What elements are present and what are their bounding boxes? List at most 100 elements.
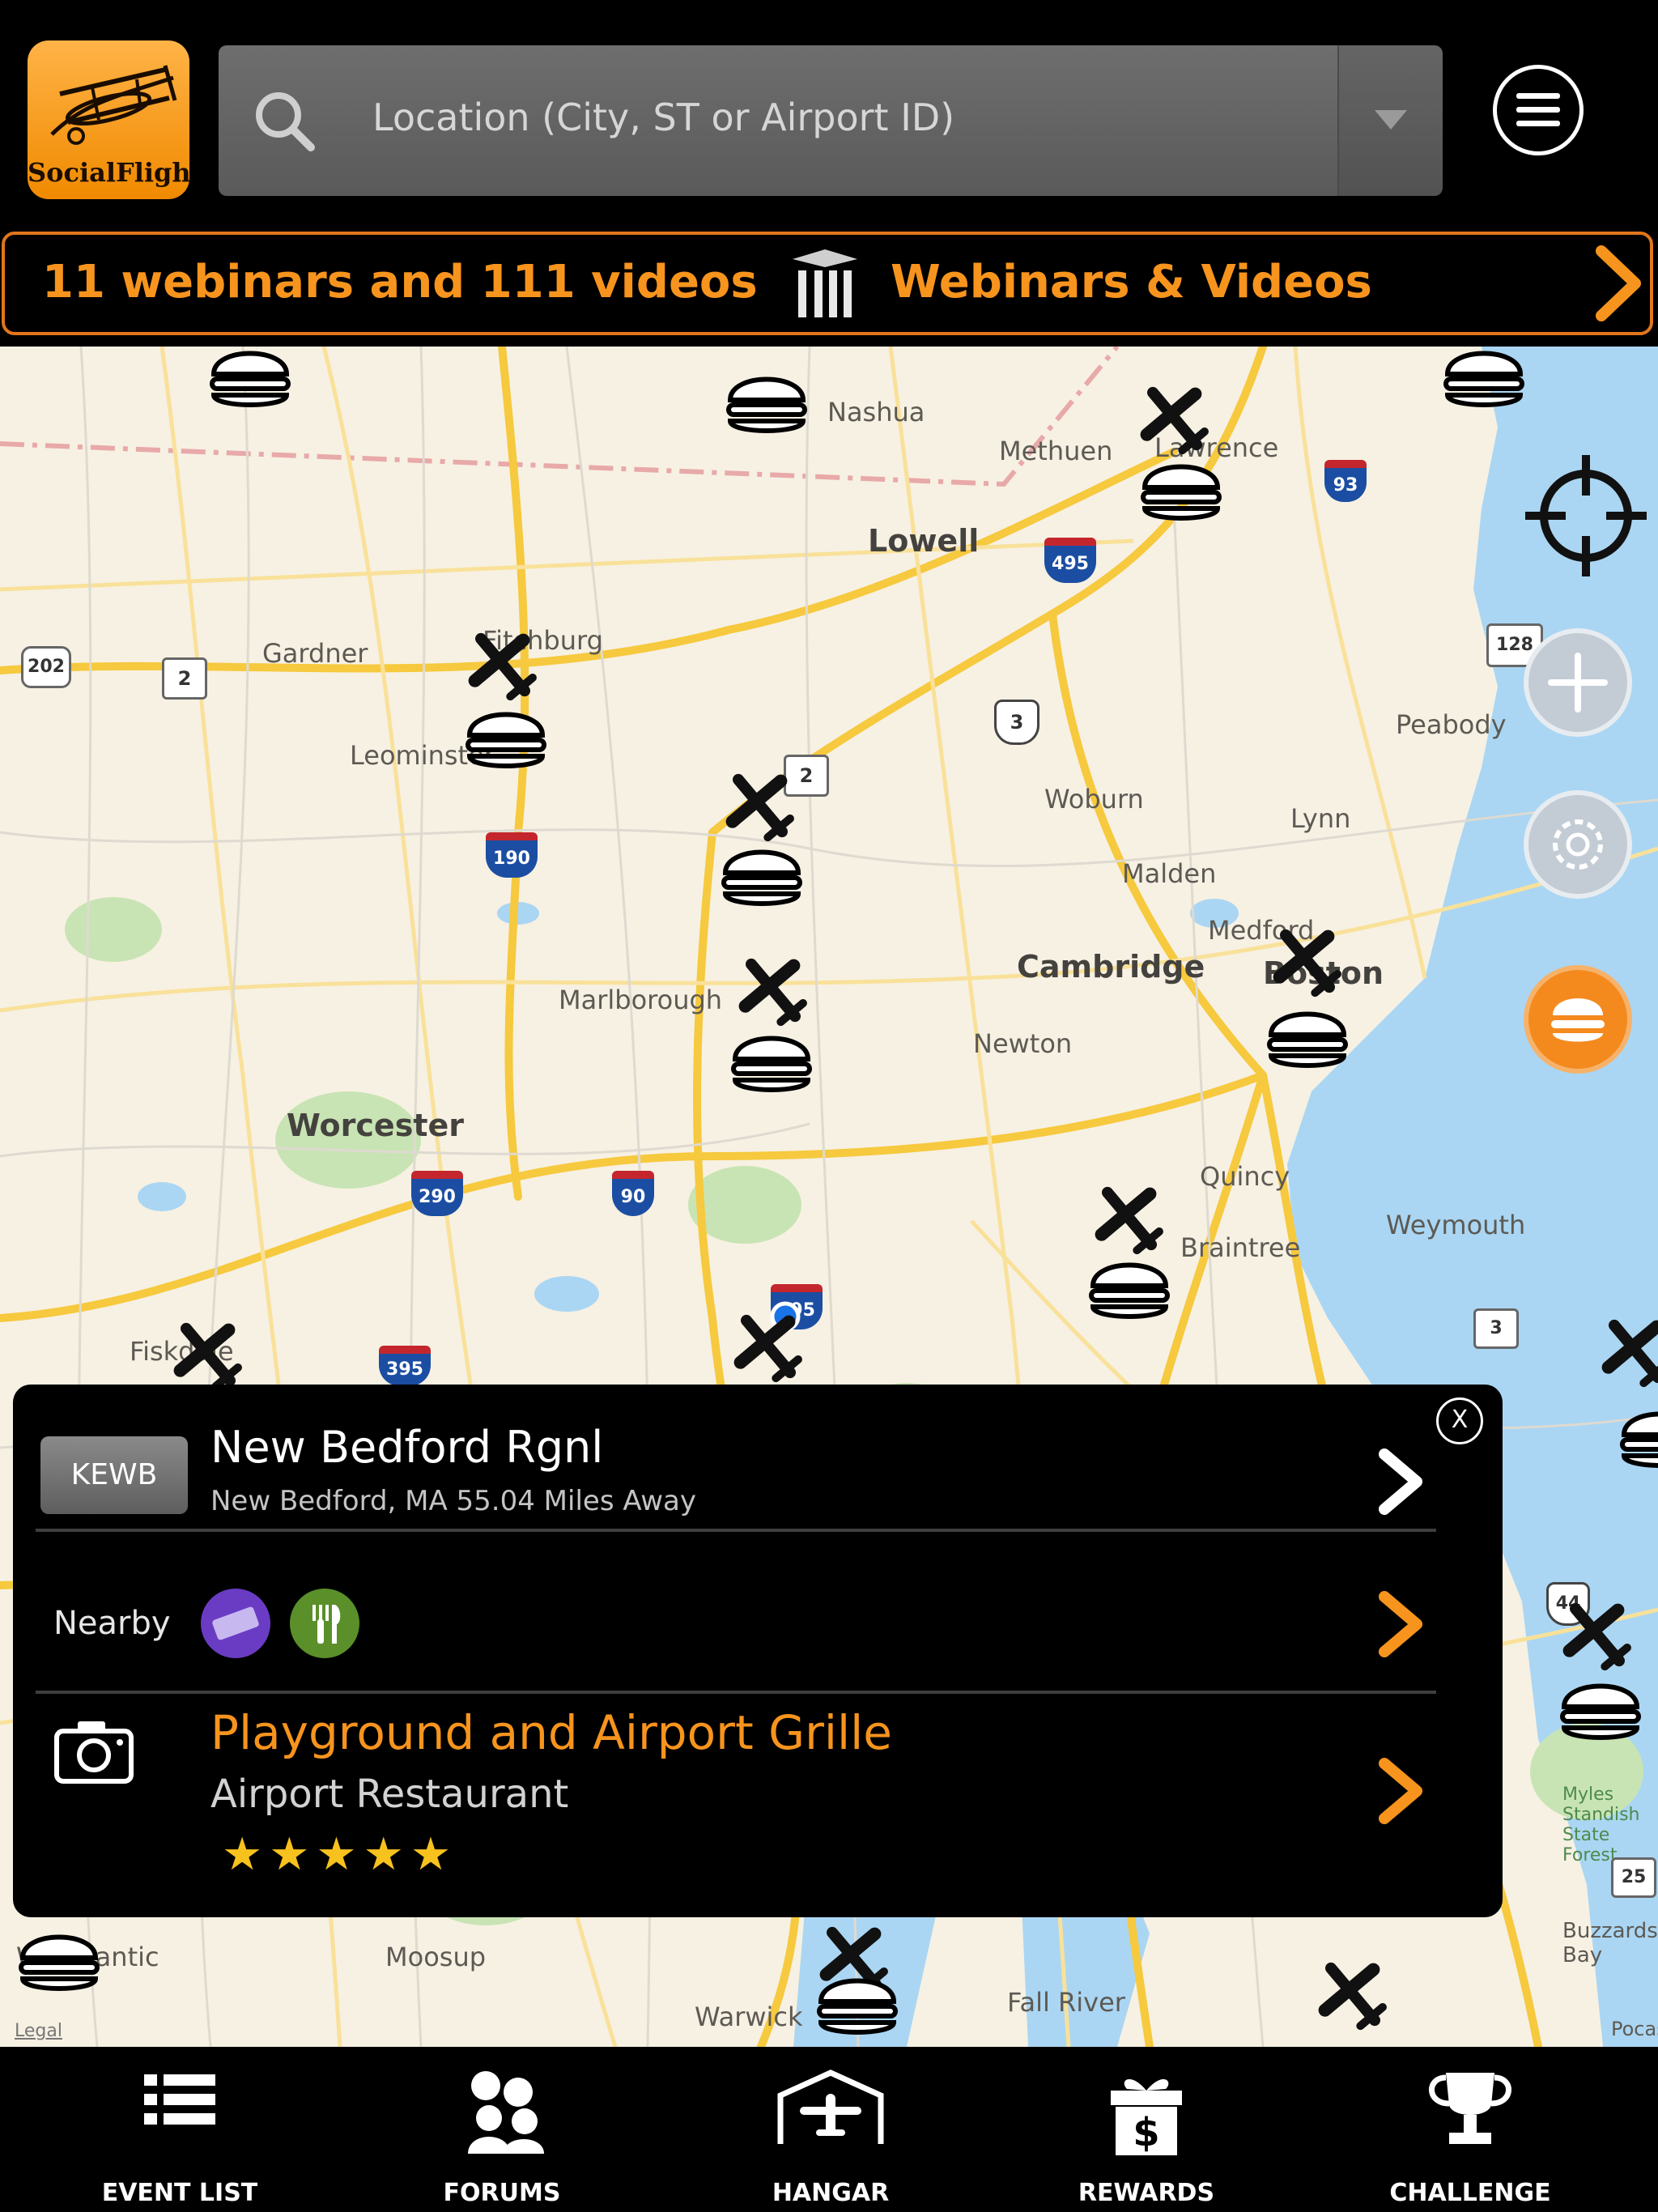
- tab-hangar[interactable]: HANGAR: [693, 2047, 968, 2212]
- tab-label: CHALLENGE: [1389, 2179, 1551, 2207]
- burger-marker-icon[interactable]: [1439, 347, 1528, 411]
- airplane-marker-icon[interactable]: [1263, 917, 1352, 1006]
- route-shield: 3: [994, 700, 1039, 745]
- route-shield: 3: [1473, 1308, 1519, 1349]
- city-label: Buzzards Bay: [1562, 1919, 1658, 1967]
- burger-marker-icon[interactable]: [813, 1966, 902, 2039]
- card-divider: [36, 1691, 1436, 1694]
- city-label: Weymouth: [1386, 1210, 1526, 1240]
- search-icon: [256, 92, 315, 151]
- city-label: Methuen: [999, 436, 1113, 466]
- burger-marker-icon[interactable]: [1085, 1250, 1174, 1323]
- gift-dollar-icon: $: [1111, 2078, 1182, 2155]
- airplane-marker-icon[interactable]: [1308, 1950, 1397, 2039]
- interstate-shield: 190: [486, 832, 538, 878]
- interstate-shield: 290: [411, 1171, 463, 1216]
- tab-label: HANGAR: [772, 2179, 890, 2207]
- star-rating: ★★★★★: [222, 1828, 458, 1881]
- burger-marker-icon[interactable]: [727, 1023, 816, 1096]
- city-label: Nashua: [827, 397, 925, 428]
- tab-label: EVENT LIST: [101, 2179, 258, 2207]
- city-label: Moosup: [385, 1942, 487, 1972]
- logo-text: SocialFlight: [28, 157, 189, 188]
- airport-id-badge: KEWB: [40, 1436, 188, 1514]
- burger-marker-icon[interactable]: [1263, 999, 1352, 1072]
- route-shield: 202: [21, 646, 71, 688]
- burger-marker-icon[interactable]: [15, 1922, 104, 1995]
- svg-text:$: $: [1133, 2110, 1159, 2155]
- burger-marker-icon[interactable]: [722, 364, 811, 437]
- socialflight-logo[interactable]: SocialFlight: [28, 40, 189, 199]
- restaurant-icon[interactable]: [288, 1587, 361, 1660]
- city-label: Peabody: [1396, 709, 1507, 740]
- restaurant-chevron-icon[interactable]: [1371, 1750, 1433, 1831]
- tab-event-list[interactable]: EVENT LIST: [42, 2047, 317, 2212]
- tab-rewards[interactable]: $ REWARDS: [1009, 2047, 1284, 2212]
- city-label: Woburn: [1044, 784, 1144, 815]
- burger-filter-button[interactable]: [1520, 962, 1635, 1077]
- recenter-crosshair-icon[interactable]: [1520, 450, 1652, 581]
- burger-marker-icon[interactable]: [1556, 1671, 1645, 1744]
- search-placeholder: Location (City, ST or Airport ID): [372, 96, 955, 139]
- people-icon: [468, 2071, 544, 2154]
- restaurant-type: Airport Restaurant: [210, 1772, 569, 1817]
- hangar-icon: [777, 2069, 884, 2144]
- interstate-shield: 93: [1324, 460, 1367, 502]
- map-legal-link[interactable]: Legal: [15, 2021, 62, 2041]
- banner-count-text: 11 webinars and 111 videos: [42, 256, 758, 308]
- burger-marker-icon[interactable]: [206, 347, 295, 411]
- restaurant-name[interactable]: Playground and Airport Grille: [210, 1705, 892, 1760]
- city-label: Warwick: [695, 2001, 803, 2032]
- airport-name[interactable]: New Bedford Rgnl: [210, 1422, 603, 1473]
- airplane-marker-icon[interactable]: [458, 620, 547, 709]
- card-divider: [36, 1529, 1436, 1532]
- burger-marker-icon[interactable]: [461, 700, 551, 772]
- search-dropdown-button[interactable]: [1337, 45, 1443, 196]
- city-label: Lynn: [1290, 803, 1351, 834]
- banner-link-text: Webinars & Videos: [891, 256, 1372, 308]
- bottom-tab-bar: EVENT LIST FORUMS HANGAR $ REWARDS CHALL…: [0, 2047, 1658, 2212]
- webinars-banner[interactable]: 11 webinars and 111 videos Webinars & Vi…: [2, 232, 1653, 335]
- airplane-marker-icon[interactable]: [1592, 1307, 1658, 1396]
- nearby-label: Nearby: [53, 1605, 171, 1642]
- city-label: Cambridge: [1017, 949, 1205, 985]
- city-label: Pocasset: [1611, 2018, 1658, 2040]
- city-label: Worcester: [287, 1108, 465, 1143]
- hamburger-menu-icon: [1516, 93, 1560, 126]
- location-search-field[interactable]: Location (City, ST or Airport ID): [219, 45, 1443, 196]
- airport-info-card: KEWB New Bedford Rgnl New Bedford, MA 55…: [13, 1385, 1503, 1917]
- city-label: Quincy: [1200, 1161, 1290, 1192]
- tab-label: REWARDS: [1078, 2179, 1215, 2207]
- burger-marker-icon[interactable]: [1616, 1399, 1658, 1472]
- interstate-shield: 90: [612, 1171, 654, 1216]
- city-label: Myles Standish State Forest: [1562, 1784, 1640, 1865]
- tab-forums[interactable]: FORUMS: [364, 2047, 640, 2212]
- chevron-right-icon: [1596, 245, 1641, 321]
- airplane-marker-icon[interactable]: [724, 1302, 813, 1391]
- city-label: Gardner: [262, 638, 368, 669]
- city-label: Malden: [1122, 858, 1217, 889]
- ticket-icon[interactable]: [199, 1587, 272, 1660]
- menu-button[interactable]: [1493, 65, 1584, 155]
- nearby-chevron-icon[interactable]: [1371, 1584, 1433, 1665]
- close-button[interactable]: X: [1436, 1397, 1483, 1444]
- settings-gear-button[interactable]: [1520, 787, 1635, 902]
- tab-challenge[interactable]: CHALLENGE: [1333, 2047, 1608, 2212]
- top-header: SocialFlight Location (City, ST or Airpo…: [0, 0, 1658, 227]
- city-label: Braintree: [1180, 1232, 1301, 1263]
- airplane-marker-icon[interactable]: [729, 946, 818, 1035]
- airport-detail-chevron-icon[interactable]: [1371, 1441, 1433, 1522]
- city-label: Newton: [973, 1028, 1073, 1059]
- tab-label: FORUMS: [443, 2179, 561, 2207]
- trophy-icon: [1429, 2073, 1511, 2144]
- burger-marker-icon[interactable]: [717, 837, 806, 910]
- airport-location: New Bedford, MA 55.04 Miles Away: [210, 1485, 696, 1517]
- zoom-in-button[interactable]: [1520, 625, 1635, 740]
- city-label: Marlborough: [559, 985, 723, 1015]
- airplane-marker-icon[interactable]: [1130, 374, 1219, 463]
- burger-marker-icon[interactable]: [1137, 452, 1226, 525]
- interstate-shield: 395: [379, 1346, 431, 1386]
- camera-icon[interactable]: [52, 1715, 136, 1788]
- interstate-shield: 495: [1044, 538, 1096, 583]
- airplane-marker-icon[interactable]: [1553, 1590, 1642, 1679]
